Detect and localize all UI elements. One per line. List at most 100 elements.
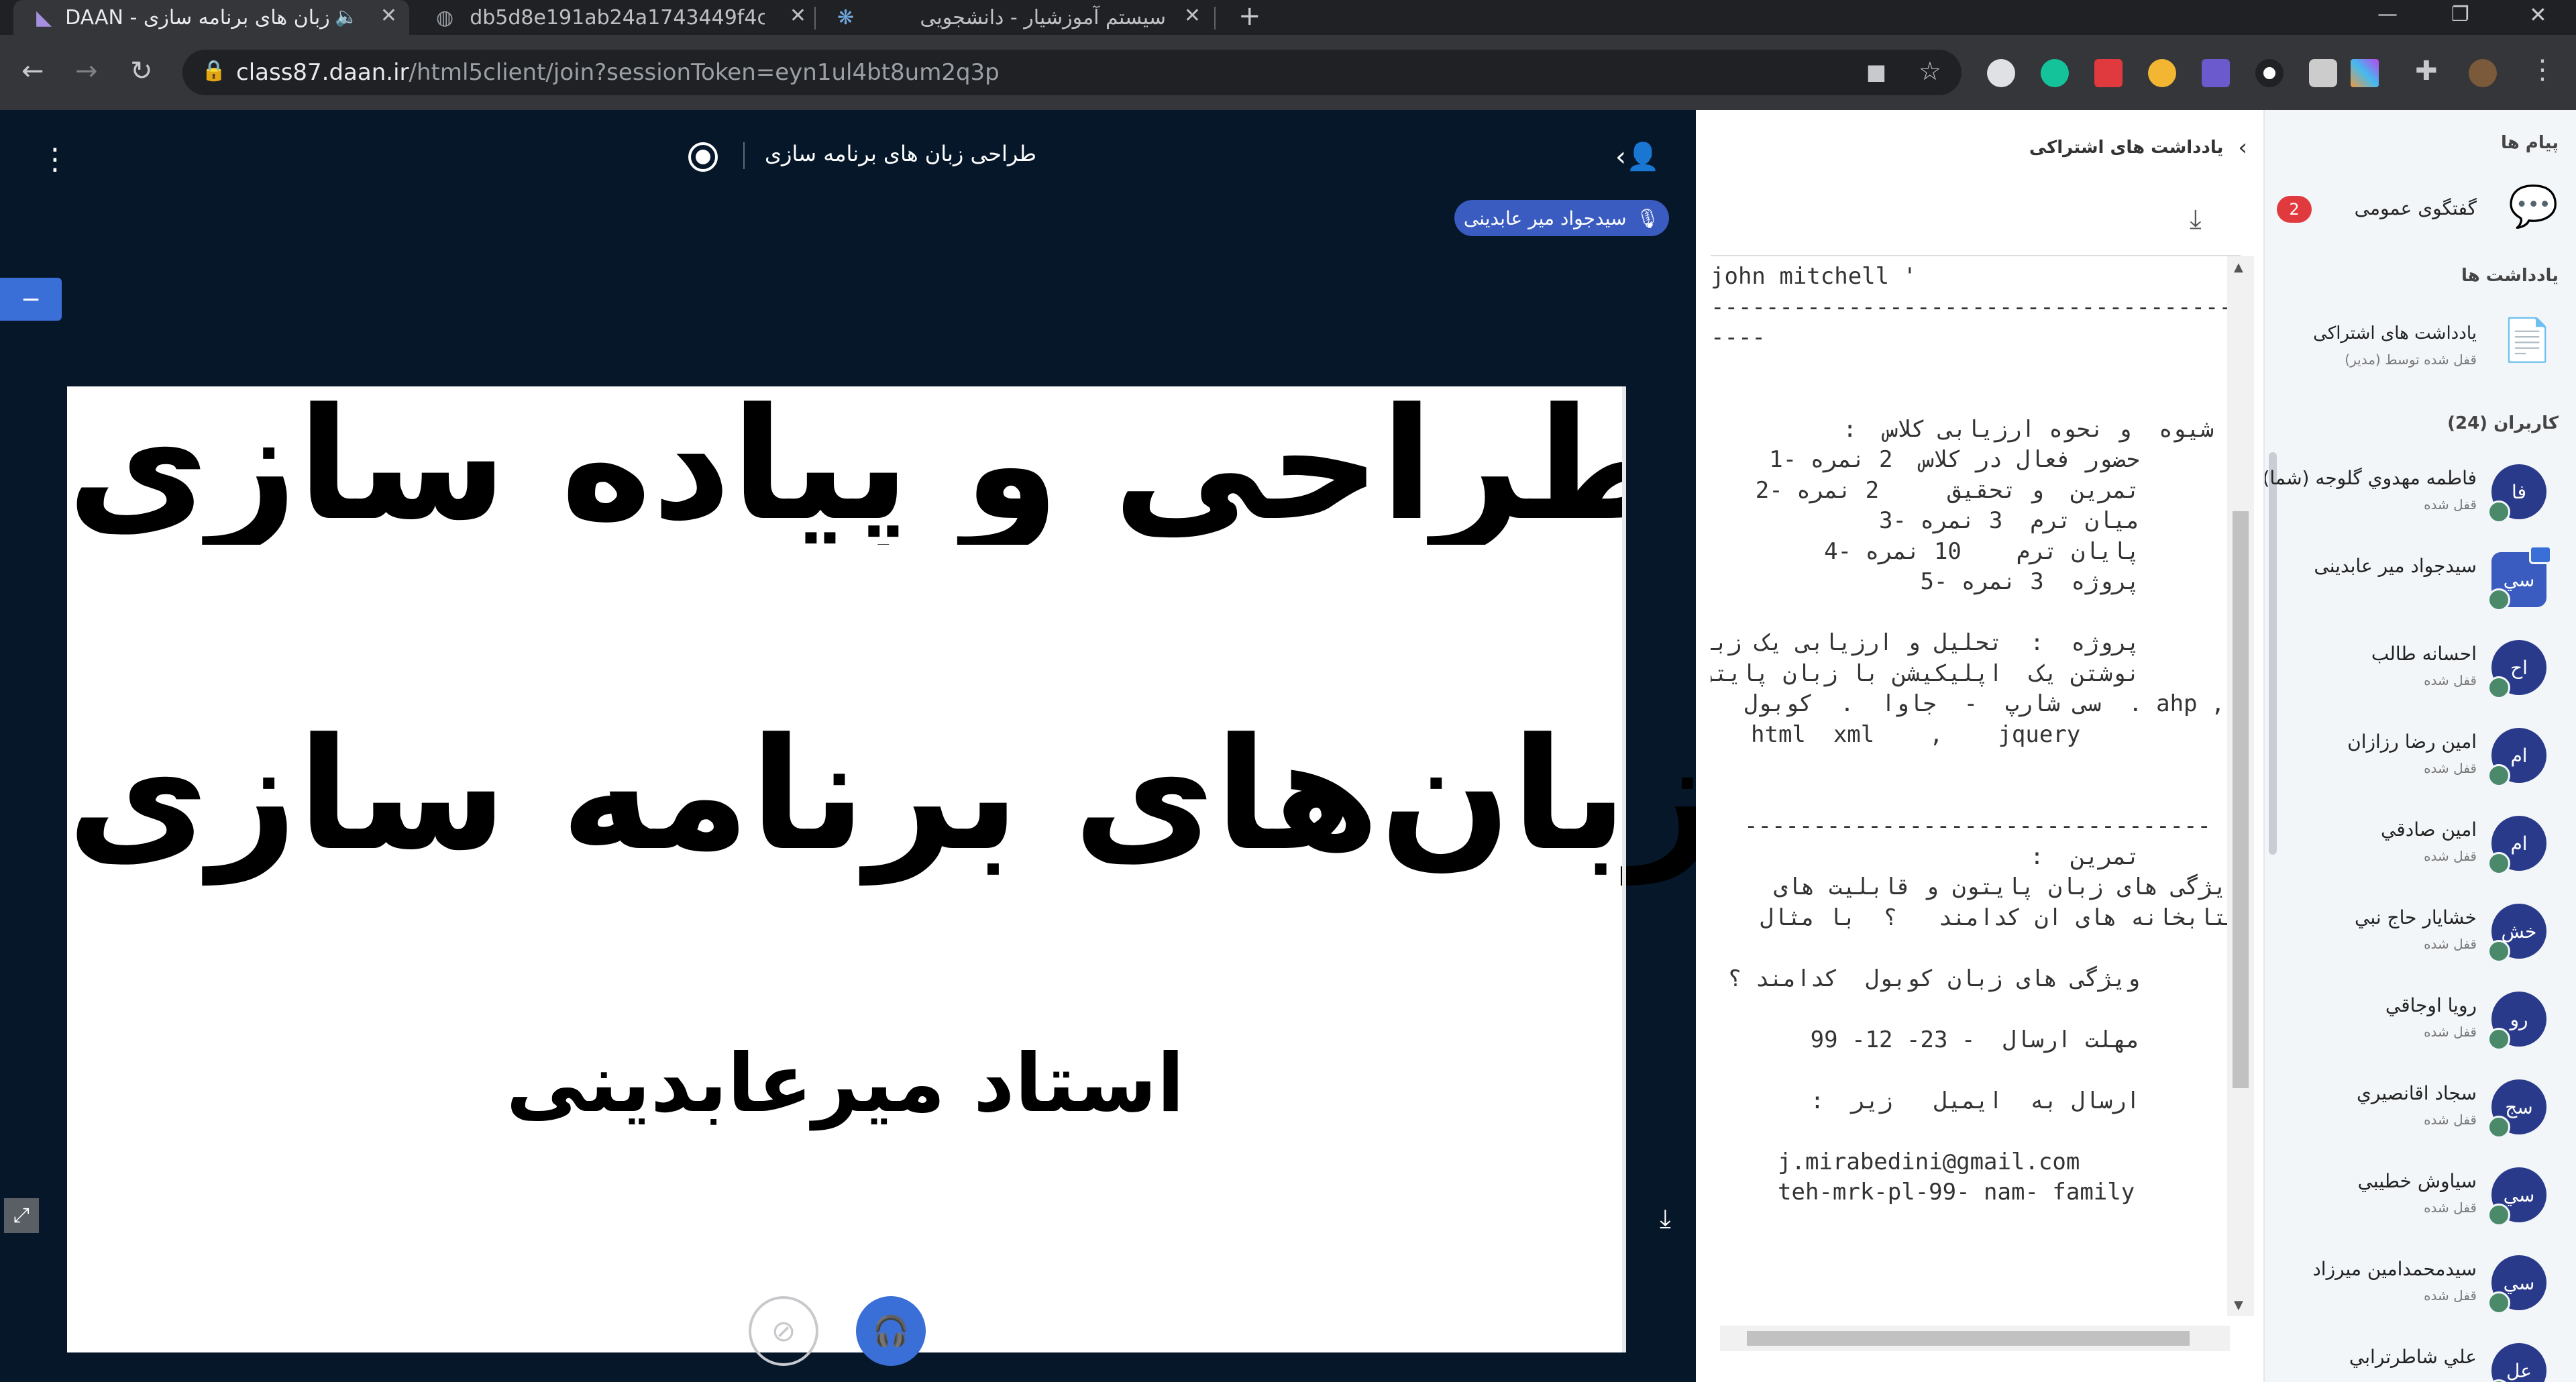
user-list-item[interactable]: ام امین رضا رزازان قفل شده [2265,712,2576,799]
extension-icon[interactable] [1987,59,2015,87]
minimize-window-icon[interactable]: — [2377,1,2398,28]
avatar-initials: سج [2505,1096,2533,1118]
user-list-item[interactable]: سي سیدمحمدامین میرزاد قفل شده [2265,1239,2576,1326]
fullscreen-icon[interactable]: ⤢ [4,1198,39,1233]
user-avatar: خش [2487,904,2546,963]
note-line: john mitchell ' [1711,263,1917,290]
download-notes-icon[interactable]: ⤓ [2190,204,2202,235]
user-name: امين صادقي [2381,818,2477,841]
user-status: قفل شده [2424,1112,2477,1128]
notes-vertical-scrollbar[interactable]: ▲ ▼ [2227,256,2254,1316]
note-line: ---- [1711,324,1766,351]
back-icon[interactable]: ← [21,58,44,85]
user-name: علي شاطرترابي [2349,1346,2477,1368]
meeting-title: طراحی زبان های برنامه سازی [765,141,1037,166]
forward-icon[interactable]: → [75,58,98,85]
grammarly-icon[interactable] [2041,59,2069,87]
shared-notes-header[interactable]: یادداشت های اشتراکی ‹ [2029,133,2247,162]
browser-tab[interactable]: ◍ db5d8e191ab24a1743449f4ce06 ✕ [423,0,818,35]
tab-title: db5d8e191ab24a1743449f4ce06 [470,5,765,30]
user-name: سیدمحمدامین میرزاد [2312,1258,2477,1280]
tab-title: DAAN - زبان های برنامه سازی [65,5,330,30]
note-line: ----------------------------------------… [1711,293,2241,321]
note-line: ---------------------------------- [1744,812,2211,839]
user-list-sidebar: پیام ها 💬 گفتگوی عمومی 2 یادداشت ها 📄 یا… [2263,110,2576,1382]
notes-editor[interactable]: john mitchell ' -------------------------… [1711,255,2241,1355]
daan-favicon-icon: ◣ [36,5,52,30]
avatar-initials: سي [2503,1183,2535,1206]
profile-avatar-icon[interactable] [2469,59,2497,87]
slide-title-line-1: طراحی و پیاده سازی [67,386,1623,545]
audio-icon[interactable] [2202,59,2230,87]
screenshot-icon[interactable] [2309,59,2337,87]
menu-dots-icon[interactable]: ⋮ [2529,56,2556,83]
slide-author: استاد میرعابدینی [506,1037,1185,1130]
note-line: تمرین : [2030,843,2140,870]
avatar-initials: فا [2512,480,2526,503]
lock-icon: 🔒 [201,59,227,83]
user-list-toggle-icon[interactable]: ‹👤 [1615,141,1660,172]
avatar-initials: عل [2506,1359,2532,1382]
headset-icon [2487,1116,2510,1138]
webcam-off-button[interactable]: ⊘ [749,1296,818,1366]
reload-icon[interactable]: ↻ [130,58,153,85]
headset-icon [2487,676,2510,699]
public-chat-item[interactable]: 💬 گفتگوی عمومی 2 [2265,168,2576,248]
globe-icon: ◍ [436,5,454,30]
tab-strip: ◣ DAAN - زبان های برنامه سازی 🔈 ✕ ◍ db5d… [0,0,2576,35]
user-list-item[interactable]: اح احسانه طالب قفل شده [2265,624,2576,711]
notes-horizontal-scrollbar[interactable] [1720,1326,2230,1351]
avatar-initials: خش [2501,920,2537,943]
browser-tab[interactable]: ❋ سیستم آموزشیار - دانشجویی ✕ [824,0,1213,35]
bookmark-star-icon[interactable]: ☆ [1919,56,1941,86]
audio-headphones-button[interactable]: 🎧 [856,1296,926,1366]
note-line: سی شارپ - جاوا . کوبول . ahp , php [1744,690,2241,717]
avatar-initials: اح [2510,656,2528,679]
compass-icon[interactable] [2148,59,2176,87]
new-tab-icon[interactable]: + [1238,3,1261,30]
avatar-initials: رو [2510,1008,2528,1030]
user-avatar: عل [2487,1343,2546,1382]
user-list-item[interactable]: فا فاطمه مهدوي گلوجه (شما) قفل شده [2265,448,2576,535]
browser-tab-active[interactable]: ◣ DAAN - زبان های برنامه سازی 🔈 ✕ [13,0,409,35]
options-menu-icon[interactable]: ⋮ [40,142,70,176]
download-slide-icon[interactable]: ⤓ [1660,1204,1671,1234]
microphone-icon: 🎙 [1635,207,1660,229]
close-tab-icon[interactable]: ✕ [790,4,806,28]
address-bar[interactable]: 🔒 class87.daan.ir/html5client/join?sessi… [182,50,1962,95]
webcam-off-icon: ⊘ [771,1314,796,1348]
restore-window-icon[interactable]: ❐ [2451,1,2469,28]
headset-icon [2487,1204,2510,1226]
note-line: پروژه 3 نمره -5 [1920,568,2140,595]
shared-notes-item[interactable]: 📄 یادداشت های اشتراکی قفل شده توسط (مدیر… [2265,302,2576,389]
user-list-item[interactable]: سي سياوش خطيبي قفل شده [2265,1151,2576,1238]
user-list-item[interactable]: خش خشايار حاج نبي قفل شده [2265,888,2576,975]
note-line: پایان ترم 10 نمره -4 [1824,537,2140,565]
user-list-item[interactable]: سي سیدجواد میر عابدینی [2265,536,2576,623]
avatar-initials: سي [2503,568,2535,591]
user-avatar: سي [2487,1167,2546,1226]
headset-icon [2487,852,2510,875]
minimize-presentation-button[interactable]: − [0,278,62,321]
close-window-icon[interactable]: ✕ [2529,1,2547,28]
document-icon: 📄 [2501,315,2553,364]
user-status: قفل شده [2424,848,2477,864]
puzzle-extensions-icon[interactable]: ✚ [2415,58,2438,85]
user-list-item[interactable]: سج سجاد اقانصيري قفل شده [2265,1063,2576,1151]
user-status: قفل شده [2424,672,2477,688]
user-name: سياوش خطيبي [2357,1170,2477,1192]
close-tab-icon[interactable]: ✕ [1184,4,1201,28]
browser-toolbar: ← → ↻ 🔒 class87.daan.ir/html5client/join… [0,35,2576,110]
record-icon[interactable] [2255,59,2284,87]
user-list-item[interactable]: عل علي شاطرترابي [2265,1327,2576,1382]
close-tab-icon[interactable]: ✕ [380,4,397,28]
color-picker-icon[interactable] [2351,59,2379,87]
user-name: سجاد اقانصيري [2356,1082,2477,1104]
headset-icon [2487,764,2510,787]
chat-bubble-icon: 💬 [2508,183,2559,230]
user-list-item[interactable]: ام امين صادقي قفل شده [2265,800,2576,887]
user-list-item[interactable]: رو رويا اوجاقي قفل شده [2265,975,2576,1063]
recording-icon[interactable] [688,142,718,172]
pdf-icon[interactable] [2094,59,2123,87]
camera-icon[interactable]: ■ [1866,59,1886,85]
